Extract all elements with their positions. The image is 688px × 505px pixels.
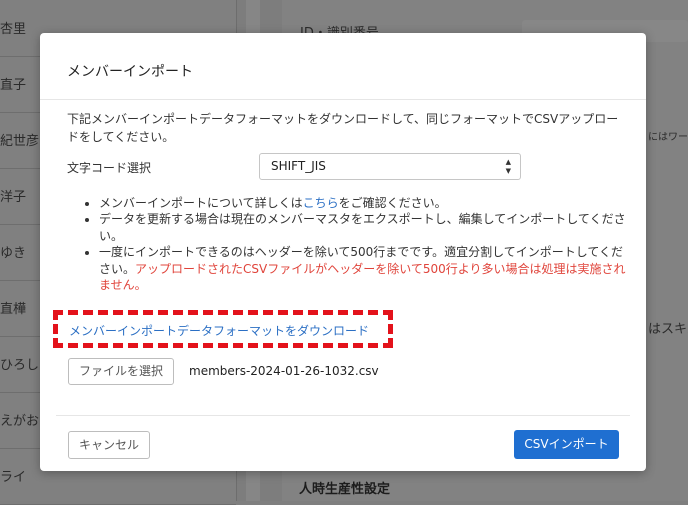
encoding-select[interactable]: SHIFT_JIS ▲ ▼ — [259, 153, 521, 180]
list-item: データを更新する場合は現在のメンバーマスタをエクスポートし、編集してインポートし… — [99, 211, 634, 244]
details-link[interactable]: こちら — [303, 196, 339, 210]
download-format-link[interactable]: メンバーインポートデータフォーマットをダウンロード — [69, 322, 369, 339]
modal-title: メンバーインポート — [67, 64, 193, 80]
note-text: データを更新する場合は現在のメンバーマスタをエクスポートし、編集してインポートし… — [99, 212, 626, 243]
member-name: ライ — [0, 470, 27, 485]
selected-file-name: members-2024-01-26-1032.csv — [189, 364, 379, 378]
member-name: えがお — [0, 414, 40, 429]
member-import-modal: メンバーインポート 下記メンバーインポートデータフォーマットをダウンロードして、… — [40, 33, 646, 471]
encoding-selected-value: SHIFT_JIS — [271, 159, 326, 173]
modal-description: 下記メンバーインポートデータフォーマットをダウンロードして、同じフォーマットでC… — [67, 112, 619, 144]
member-name: 紀世彦 — [0, 134, 40, 149]
member-name: 洋子 — [0, 190, 27, 205]
background-section-heading: 人時生産性設定 — [299, 482, 391, 497]
member-name: ゆき — [0, 246, 27, 261]
choose-file-button[interactable]: ファイルを選択 — [68, 358, 174, 385]
divider — [56, 415, 630, 416]
divider — [40, 99, 646, 100]
background-hint: にはワーク — [648, 132, 688, 143]
notes-list: メンバーインポートについて詳しくはこちらをご確認ください。 データを更新する場合… — [83, 195, 634, 293]
member-name: 直子 — [0, 78, 27, 93]
member-name: ひろし — [0, 358, 40, 373]
note-text: メンバーインポートについて詳しくは — [99, 196, 303, 210]
select-arrows-icon: ▲ ▼ — [505, 158, 511, 175]
list-item: メンバーインポートについて詳しくはこちらをご確認ください。 — [99, 195, 634, 211]
warning-text: アップロードされたCSVファイルがヘッダーを除いて500行より多い場合は処理は実… — [99, 261, 626, 293]
encoding-label: 文字コード選択 — [67, 161, 152, 175]
background-skill-label: はスキル — [648, 322, 688, 337]
note-text: をご確認ください。 — [338, 196, 447, 210]
member-name: 直樺 — [0, 302, 27, 317]
member-name: 杏里 — [0, 22, 27, 37]
list-item: 一度にインポートできるのはヘッダーを除いて500行までです。適宜分割してインポー… — [99, 244, 634, 293]
csv-import-button[interactable]: CSVインポート — [514, 430, 619, 459]
cancel-button[interactable]: キャンセル — [68, 431, 150, 459]
